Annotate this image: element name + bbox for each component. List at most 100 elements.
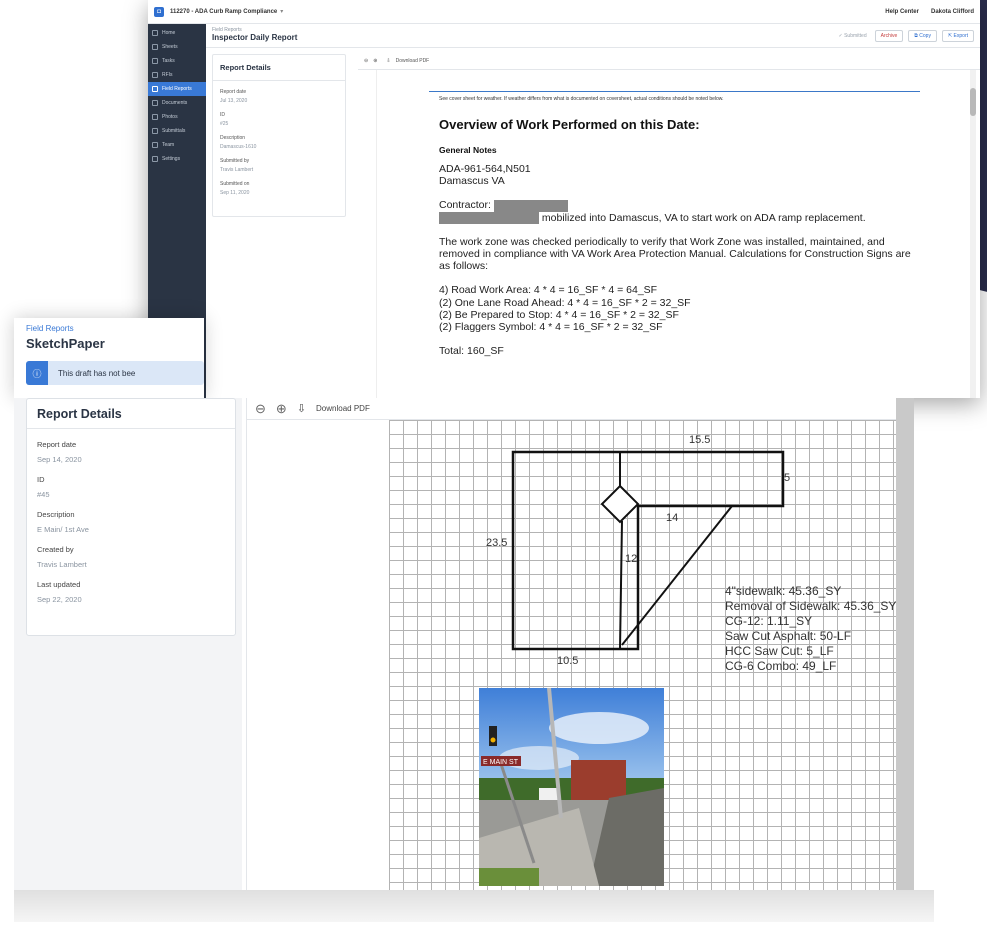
screenshot-collage: ◘ 112270 - ADA Curb Ramp Compliance ▾ He… (0, 0, 987, 933)
sidebar-item-submittals[interactable]: Submittals (148, 124, 206, 138)
sign-calc: 4) Road Work Area: 4 * 4 = 16_SF * 4 = 6… (439, 284, 658, 297)
field-value: #45 (37, 490, 50, 499)
page-title: SketchPaper (26, 336, 105, 351)
pdf-toolbar: ⊖ ⊕ ⇩ Download PDF (247, 398, 896, 420)
site-photo-illustration: E MAIN ST (479, 688, 664, 886)
sidebar-item-field-reports[interactable]: Field Reports (148, 82, 206, 96)
quantity-line: Removal of Sidewalk: 45.36_SY (725, 599, 896, 613)
app-logo-icon[interactable]: ◘ (154, 6, 164, 17)
scrollbar[interactable] (970, 70, 976, 398)
home-icon (152, 30, 158, 36)
field-label: Description (220, 135, 246, 141)
sidebar-item-home[interactable]: Home (148, 26, 206, 40)
sidebar-item-label: RFIs (162, 72, 173, 78)
photo-grass (479, 868, 539, 886)
submittals-icon (152, 128, 158, 134)
sketchpaper-window: Report Details Report date Sep 14, 2020 … (14, 398, 897, 890)
zoom-in-icon[interactable]: ⊕ (373, 58, 377, 64)
doc-body: ADA-961-564,N501 Damascus VA Contractor:… (439, 163, 914, 369)
photos-icon (152, 114, 158, 120)
total-line: Total: 160_SF (439, 345, 504, 358)
field-value: Sep 22, 2020 (37, 595, 82, 604)
sign-calc: (2) Flaggers Symbol: 4 * 4 = 16_SF * 2 =… (439, 321, 663, 334)
quantity-line: Saw Cut Asphalt: 50-LF (725, 629, 851, 643)
export-label: Export (953, 33, 968, 39)
dimension-label: 5 (784, 472, 790, 484)
tasks-icon (152, 58, 158, 64)
sketch-diamond (600, 484, 640, 524)
sketch-line (619, 520, 623, 650)
zoom-in-icon[interactable]: ⊕ (276, 401, 287, 417)
download-pdf-button[interactable]: Download PDF (396, 58, 430, 64)
pdf-toolbar: ⊖ ⊕ ⇩ Download PDF (358, 52, 980, 70)
sidebar-item-label: Submittals (162, 128, 186, 134)
sidebar-item-label: Sheets (162, 44, 178, 50)
inspector-report-window: ◘ 112270 - ADA Curb Ramp Compliance ▾ He… (148, 0, 980, 398)
dimension-label: 12 (625, 553, 637, 565)
header-actions: ✓ Submitted Archive ⧉ Copy ⇱ Export (839, 30, 974, 42)
photo-house (539, 788, 559, 802)
sidebar-item-label: Settings (162, 156, 181, 162)
quantity-line: 4"sidewalk: 45.36_SY (725, 584, 841, 598)
page-header: Field Reports Inspector Daily Report ✓ S… (206, 24, 980, 48)
download-icon[interactable]: ⇩ (386, 58, 390, 64)
field-label: ID (37, 475, 45, 484)
sidebar-item-tasks[interactable]: Tasks (148, 54, 206, 68)
download-pdf-button[interactable]: Download PDF (316, 404, 370, 413)
team-icon (152, 142, 158, 148)
sidebar-item-rfis[interactable]: RFIs (148, 68, 206, 82)
documents-icon (152, 100, 158, 106)
field-label: ID (220, 112, 225, 118)
dimension-label: 10.5 (557, 655, 578, 667)
doc-paragraph: The work zone was checked periodically t… (439, 235, 911, 273)
pdf-document: See cover sheet for weather. If weather … (376, 70, 972, 398)
sheets-icon (152, 44, 158, 50)
sidebar-item-team[interactable]: Team (148, 138, 206, 152)
field-value: Travis Lambert (37, 560, 87, 569)
copy-button[interactable]: ⧉ Copy (908, 30, 937, 42)
chevron-down-icon[interactable]: ▾ (280, 8, 283, 15)
sidebar-item-photos[interactable]: Photos (148, 110, 206, 124)
field-value: Jul 13, 2020 (220, 98, 248, 104)
download-icon[interactable]: ⇩ (297, 402, 306, 415)
breadcrumb[interactable]: Field Reports (26, 324, 74, 333)
redaction-box (439, 211, 539, 224)
notice-text: This draft has not bee (58, 368, 136, 378)
user-menu[interactable]: Dakota Clifford (931, 9, 974, 15)
field-report-icon (152, 86, 158, 92)
quantity-line: HCC Saw Cut: 5_LF (725, 644, 834, 658)
field-value: E Main/ 1st Ave (37, 525, 89, 534)
sidebar-item-label: Home (162, 30, 176, 36)
doc-line: mobilized into Damascus, VA to start wor… (541, 211, 866, 224)
field-value: Damascus-1610 (220, 144, 257, 150)
help-center-link[interactable]: Help Center (885, 9, 919, 15)
export-button[interactable]: ⇱ Export (941, 30, 974, 42)
sign-calc: (2) Be Prepared to Stop: 4 * 4 = 16_SF *… (439, 308, 679, 321)
sidebar-item-settings[interactable]: Settings (148, 152, 206, 166)
project-selector[interactable]: 112270 - ADA Curb Ramp Compliance (170, 9, 277, 15)
doc-heading: Overview of Work Performed on this Date: (439, 117, 700, 132)
sidebar-item-documents[interactable]: Documents (148, 96, 206, 110)
street-sign-text: E MAIN ST (483, 759, 519, 766)
field-value: Sep 11, 2020 (220, 190, 250, 196)
photo-traffic-light (489, 726, 497, 746)
dimension-label: 14 (666, 512, 678, 524)
field-label: Description (37, 510, 75, 519)
sidebar-item-label: Team (162, 142, 175, 148)
scrollbar-thumb[interactable] (970, 88, 976, 116)
quantity-line: CG-12: 1.11_SY (725, 614, 812, 628)
info-icon: ⓘ (26, 361, 48, 385)
details-title: Report Details (27, 399, 235, 429)
pdf-viewer: ⊖ ⊕ ⇩ Download PDF 15.5 5 14 23.5 12 10.… (246, 398, 897, 890)
site-photo: E MAIN ST (479, 688, 664, 886)
field-label: Report date (220, 89, 247, 95)
sidebar-item-sheets[interactable]: Sheets (148, 40, 206, 54)
sign-calc: (2) One Lane Road Ahead: 4 * 4 = 16_SF *… (439, 296, 691, 309)
zoom-out-icon[interactable]: ⊖ (255, 401, 266, 417)
archive-button[interactable]: Archive (874, 30, 904, 42)
copy-label: Copy (919, 33, 931, 39)
zoom-out-icon[interactable]: ⊖ (364, 58, 368, 64)
gear-icon (152, 156, 158, 162)
top-bar: ◘ 112270 - ADA Curb Ramp Compliance ▾ He… (148, 0, 980, 24)
sidebar-item-label: Photos (162, 114, 178, 120)
